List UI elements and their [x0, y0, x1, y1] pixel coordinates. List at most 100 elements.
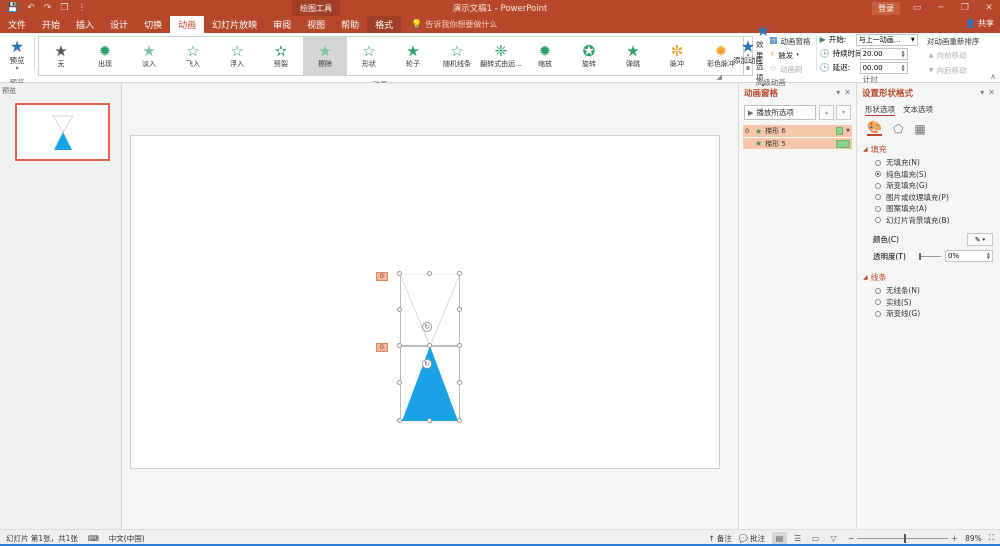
slide-sorter-view-icon[interactable]: ☰: [790, 532, 805, 545]
animation-gallery[interactable]: ★ 无 ✹ 出现 ★ 淡入 ☆ 飞入 ☆ 浮入 ✫ 劈裂 ★ 擦除 ☆ 形状 ★…: [37, 36, 753, 76]
fill-option-slide-background[interactable]: 幻灯片背景填充(B): [875, 215, 1000, 227]
tab-design[interactable]: 设计: [102, 16, 136, 33]
duration-input[interactable]: 20.00 ▲ ▼: [859, 47, 908, 60]
gallery-item-grow-turn[interactable]: ❈ 翻转式由远...: [479, 37, 523, 75]
accessibility-icon[interactable]: ⌨: [88, 534, 99, 543]
gallery-item-flyin[interactable]: ☆ 飞入: [171, 37, 215, 75]
animation-pane-close-icon[interactable]: ✕: [844, 88, 851, 97]
format-pane-close-icon[interactable]: ✕: [988, 88, 995, 97]
radio-button[interactable]: [875, 310, 881, 317]
gallery-item-spin[interactable]: ✪ 旋转: [567, 37, 611, 75]
close-button[interactable]: ✕: [982, 3, 996, 13]
animation-list-item[interactable]: ★ 梯形 5: [743, 137, 852, 149]
gallery-item-split[interactable]: ✫ 劈裂: [259, 37, 303, 75]
animation-timeline-bar[interactable]: [836, 139, 850, 148]
trigger-button[interactable]: ⚡ 触发 ▾: [767, 49, 813, 62]
resize-handle[interactable]: [457, 343, 462, 348]
gallery-item-floatin[interactable]: ☆ 浮入: [215, 37, 259, 75]
resize-handle[interactable]: [427, 418, 432, 423]
fit-slide-icon[interactable]: ⛶: [989, 533, 994, 543]
trigger-dropdown-arrow[interactable]: ▾: [796, 52, 799, 58]
restore-button[interactable]: ❐: [958, 3, 972, 13]
resize-handle[interactable]: [427, 343, 432, 348]
fill-color-picker[interactable]: ✎ ▾: [967, 233, 993, 246]
animation-tag[interactable]: 0: [376, 272, 388, 281]
fill-option-picture-texture[interactable]: 图片或纹理填充(P): [875, 192, 1000, 204]
rotate-handle[interactable]: ↻: [422, 359, 432, 369]
gallery-item-wheel[interactable]: ★ 轮子: [391, 37, 435, 75]
slide-thumbnail-1[interactable]: [15, 103, 110, 161]
gallery-item-none[interactable]: ★ 无: [39, 37, 83, 75]
animation-timeline-bar[interactable]: [836, 127, 844, 135]
resize-handle[interactable]: [457, 307, 462, 312]
tell-me-box[interactable]: 💡 告诉我你想要做什么: [401, 16, 497, 33]
resize-handle[interactable]: [397, 307, 402, 312]
resize-handle[interactable]: [397, 380, 402, 385]
delay-input[interactable]: 00.00 ▲ ▼: [859, 61, 908, 74]
gallery-item-pulse[interactable]: ✼ 脉冲: [655, 37, 699, 75]
zoom-in-button[interactable]: ＋: [951, 533, 959, 544]
gallery-item-bounce[interactable]: ★ 弹跳: [611, 37, 655, 75]
slide-thumbnail-pane[interactable]: 预览: [0, 83, 122, 529]
shape-1-triangle-white[interactable]: [400, 274, 460, 346]
tab-insert[interactable]: 插入: [68, 16, 102, 33]
resize-handle[interactable]: [457, 418, 462, 423]
line-section-header[interactable]: ◢ 线条: [857, 269, 1000, 285]
gallery-item-zoom[interactable]: ✹ 缩放: [523, 37, 567, 75]
tab-format[interactable]: 格式: [367, 16, 402, 33]
slider-track[interactable]: [921, 255, 941, 257]
zoom-knob[interactable]: [904, 533, 907, 543]
resize-handle[interactable]: [397, 343, 402, 348]
animation-dialog-launcher-icon[interactable]: ◢: [717, 73, 722, 81]
fill-option-pattern[interactable]: 图案填充(A): [875, 203, 1000, 215]
tab-slideshow[interactable]: 幻灯片放映: [204, 16, 265, 33]
add-animation-dropdown-arrow[interactable]: ▾: [746, 66, 749, 72]
preview-dropdown-arrow[interactable]: ▾: [15, 66, 18, 72]
slideshow-view-icon[interactable]: ▽: [826, 532, 841, 545]
slide-surface[interactable]: ↻ ↻ 0 0: [130, 135, 720, 469]
animation-item-dropdown-icon[interactable]: ▼: [846, 128, 850, 134]
animation-tag[interactable]: 0: [376, 343, 388, 352]
fill-option-none[interactable]: 无填充(N): [875, 157, 1000, 169]
ribbon-display-options-icon[interactable]: ▭: [910, 3, 924, 13]
resize-handle[interactable]: [457, 380, 462, 385]
tab-shape-options[interactable]: 形状选项: [865, 104, 895, 116]
radio-button[interactable]: [875, 159, 881, 166]
radio-button[interactable]: [875, 287, 881, 294]
animation-move-down-button[interactable]: ▾: [836, 105, 851, 120]
language-label[interactable]: 中文(中国): [109, 533, 145, 544]
normal-view-icon[interactable]: ▤: [772, 531, 788, 545]
animation-pane-button[interactable]: ▦ 动画窗格: [767, 35, 813, 48]
fill-option-gradient[interactable]: 渐变填充(G): [875, 180, 1000, 192]
radio-button[interactable]: [875, 205, 881, 212]
move-later-button[interactable]: ▼ 向后移动: [927, 64, 980, 77]
minimize-button[interactable]: ─: [934, 3, 948, 13]
selected-shape-group[interactable]: ↻ ↻ 0 0: [376, 271, 462, 431]
gallery-item-fade[interactable]: ★ 淡入: [127, 37, 171, 75]
rotate-handle[interactable]: ↻: [422, 322, 432, 332]
radio-button[interactable]: [875, 182, 881, 189]
comments-button[interactable]: 💬 批注: [739, 533, 765, 544]
color-dropdown-arrow[interactable]: ▾: [983, 237, 986, 243]
share-button[interactable]: 👤 共享: [965, 18, 994, 29]
play-selected-button[interactable]: ▶ 播放所选项: [744, 105, 816, 120]
gallery-item-wipe[interactable]: ★ 擦除: [302, 37, 347, 75]
gallery-item-appear[interactable]: ✹ 出现: [83, 37, 127, 75]
zoom-track[interactable]: [857, 533, 948, 543]
transparency-slider[interactable]: [919, 251, 941, 261]
tab-home[interactable]: 开始: [34, 16, 68, 33]
gallery-item-shape[interactable]: ☆ 形状: [347, 37, 391, 75]
fill-option-solid[interactable]: 纯色填充(S): [875, 169, 1000, 181]
size-properties-icon[interactable]: ▦: [914, 123, 925, 135]
add-animation-button[interactable]: ★ 添加动画 ▾: [729, 33, 767, 77]
line-option-gradient[interactable]: 渐变线(G): [875, 308, 1000, 320]
zoom-slider[interactable]: − ＋: [848, 533, 958, 544]
move-earlier-button[interactable]: ▲ 向前移动: [927, 49, 980, 62]
resize-handle[interactable]: [397, 271, 402, 276]
tab-animations[interactable]: 动画: [170, 16, 205, 33]
line-option-none[interactable]: 无线条(N): [875, 285, 1000, 297]
preview-button[interactable]: ★ 预览 ▾: [3, 33, 31, 77]
animation-move-up-button[interactable]: ▴: [819, 105, 834, 120]
animation-painter-button[interactable]: ☆ 动画刷: [767, 63, 813, 76]
resize-handle[interactable]: [427, 271, 432, 276]
